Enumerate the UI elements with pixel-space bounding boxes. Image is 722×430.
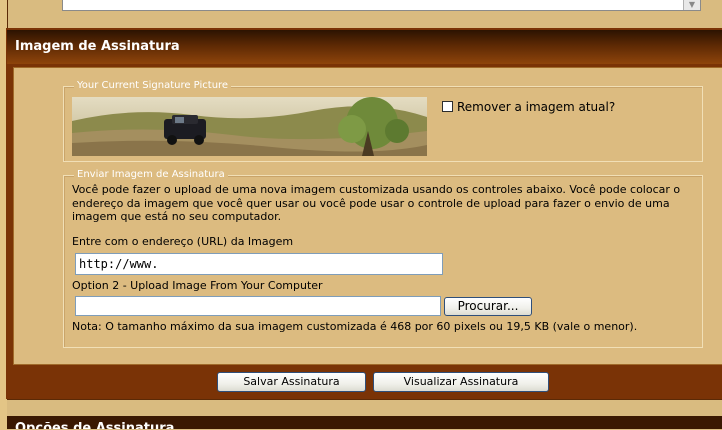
file-path-input[interactable] <box>75 296 441 316</box>
signature-image <box>72 97 427 156</box>
save-signature-button[interactable]: Salvar Assinatura <box>217 372 366 392</box>
textarea-scroll-down-button[interactable]: ▼ <box>683 0 700 10</box>
browse-button[interactable]: Procurar... <box>444 297 532 316</box>
signature-textarea[interactable] <box>62 0 701 11</box>
remove-image-checkbox[interactable] <box>442 101 453 112</box>
section-header: Imagem de Assinatura <box>7 30 722 64</box>
url-label: Entre com o endereço (URL) da Imagem <box>72 235 294 248</box>
file-label: Option 2 - Upload Image From Your Comput… <box>72 279 323 292</box>
next-section-header: Opções de Assinatura <box>7 416 722 429</box>
preview-signature-button[interactable]: Visualizar Assinatura <box>373 372 549 392</box>
url-input[interactable]: http://www. <box>75 253 443 275</box>
current-picture-legend: Your Current Signature Picture <box>74 80 232 92</box>
remove-image-label: Remover a imagem atual? <box>457 100 616 114</box>
size-note: Nota: O tamanho máximo da sua imagem cus… <box>72 320 638 333</box>
upload-description: Você pode fazer o upload de uma nova ima… <box>72 183 681 223</box>
upload-legend: Enviar Imagem de Assinatura <box>74 169 228 181</box>
signature-photo-icon <box>72 97 427 156</box>
